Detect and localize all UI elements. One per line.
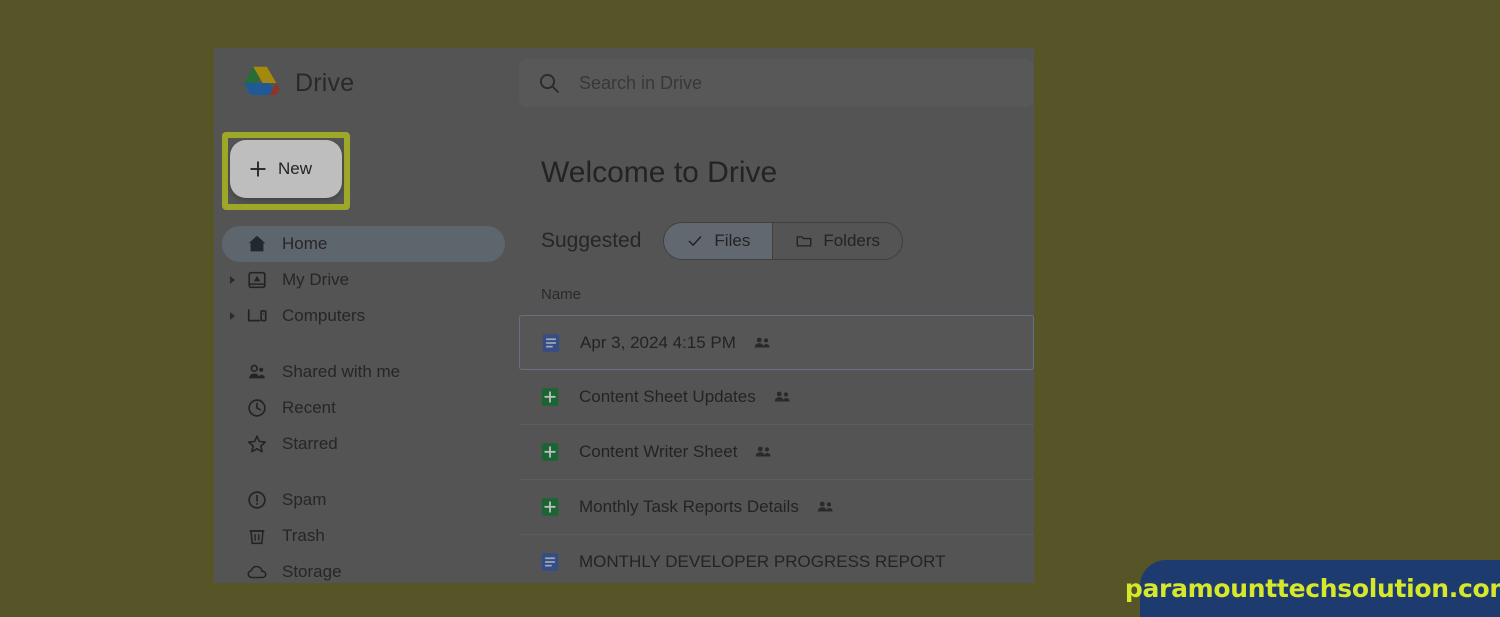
- computer-icon: [247, 309, 267, 322]
- new-button-wrapper: New: [222, 132, 350, 210]
- main-content: Welcome to Drive Suggested Files Folders…: [519, 118, 1034, 583]
- filter-chip-folders[interactable]: Folders: [772, 223, 902, 259]
- sidebar-item-label: Trash: [282, 526, 325, 545]
- my-drive-icon: [248, 271, 266, 289]
- sidebar: New Home My Drive Computers Shared with …: [214, 118, 519, 583]
- chevron-right-icon[interactable]: [230, 276, 235, 284]
- folder-icon: [796, 236, 812, 247]
- google-docs-icon: [542, 333, 560, 352]
- filter-chip-group: Files Folders: [663, 222, 904, 260]
- search-icon: [539, 73, 559, 93]
- file-name: MONTHLY DEVELOPER PROGRESS REPORT: [579, 552, 946, 571]
- home-icon: [248, 235, 266, 252]
- brand[interactable]: Drive: [214, 65, 519, 101]
- sidebar-item-recent[interactable]: Recent: [214, 390, 505, 426]
- shared-people-icon: [817, 501, 833, 512]
- file-name: Monthly Task Reports Details: [579, 497, 799, 516]
- people-icon: [249, 364, 265, 379]
- search-input[interactable]: Search in Drive: [579, 73, 702, 94]
- shared-people-icon: [754, 337, 770, 347]
- sidebar-item-label: Storage: [282, 562, 342, 581]
- filter-chip-label: Folders: [823, 231, 881, 250]
- sidebar-divider: [214, 334, 505, 354]
- sidebar-item-label: My Drive: [282, 270, 350, 289]
- google-sheets-icon: [541, 498, 559, 516]
- google-sheets-icon: [541, 443, 559, 461]
- table-row[interactable]: Monthly Task Reports Details: [519, 480, 1034, 535]
- file-name: Content Writer Sheet: [579, 442, 738, 461]
- chevron-right-icon[interactable]: [230, 312, 235, 320]
- watermark-badge: paramounttechsolution.com: [1125, 560, 1500, 617]
- sidebar-item-shared-with-me[interactable]: Shared with me: [214, 354, 505, 390]
- shared-people-icon: [756, 446, 772, 457]
- filter-chip-label: Files: [714, 231, 751, 250]
- search-bar[interactable]: Search in Drive: [519, 59, 1034, 107]
- drive-app-window: Drive Search in Drive New Home My Drive …: [214, 48, 1034, 583]
- clock-icon: [248, 399, 266, 417]
- file-name: Apr 3, 2024 4:15 PM: [580, 332, 736, 352]
- filter-chip-files[interactable]: Files: [664, 223, 773, 259]
- column-header-name: Name: [541, 286, 582, 303]
- suggested-filter-row: Suggested Files Folders: [519, 222, 1034, 260]
- sidebar-item-label: Starred: [282, 434, 338, 453]
- table-row[interactable]: MONTHLY DEVELOPER PROGRESS REPORT: [519, 535, 1034, 583]
- sidebar-item-label: Spam: [282, 490, 327, 509]
- page-title: Welcome to Drive: [541, 156, 778, 189]
- new-button-label: New: [278, 159, 313, 178]
- sidebar-item-home[interactable]: Home: [222, 226, 505, 262]
- file-list: Apr 3, 2024 4:15 PM Content Sheet Update…: [519, 315, 1034, 583]
- plus-icon: [250, 161, 266, 177]
- sidebar-nav: Home My Drive Computers Shared with me R…: [214, 226, 519, 583]
- brand-name: Drive: [295, 68, 355, 97]
- shared-people-icon: [774, 391, 790, 402]
- google-docs-icon: [541, 553, 559, 571]
- new-button[interactable]: New: [230, 140, 342, 198]
- google-drive-logo: [243, 66, 280, 95]
- table-row[interactable]: Apr 3, 2024 4:15 PM: [519, 315, 1034, 370]
- file-name: Content Sheet Updates: [579, 387, 756, 406]
- spam-icon: [248, 491, 266, 509]
- cloud-icon: [247, 565, 267, 579]
- sidebar-item-starred[interactable]: Starred: [214, 426, 505, 462]
- sidebar-item-label: Recent: [282, 398, 336, 417]
- sidebar-item-spam[interactable]: Spam: [214, 482, 505, 518]
- table-row[interactable]: Content Writer Sheet: [519, 425, 1034, 480]
- trash-icon: [249, 530, 265, 545]
- sidebar-divider: [214, 462, 505, 482]
- star-icon: [247, 435, 267, 453]
- sidebar-item-label: Shared with me: [282, 362, 401, 381]
- sidebar-item-my-drive[interactable]: My Drive: [214, 262, 505, 298]
- check-icon: [689, 236, 702, 246]
- sidebar-item-label: Computers: [282, 306, 366, 325]
- google-sheets-icon: [541, 388, 559, 406]
- sidebar-item-label: Home: [282, 234, 328, 253]
- watermark-text: paramounttechsolution.com: [1124, 574, 1500, 603]
- app-body: New Home My Drive Computers Shared with …: [214, 118, 1034, 583]
- suggested-label: Suggested: [541, 229, 642, 252]
- sidebar-item-trash[interactable]: Trash: [214, 518, 505, 554]
- sidebar-item-storage[interactable]: Storage: [214, 554, 505, 583]
- table-row[interactable]: Content Sheet Updates: [519, 370, 1034, 425]
- app-header: Drive Search in Drive: [214, 48, 1034, 118]
- sidebar-item-computers[interactable]: Computers: [214, 298, 505, 334]
